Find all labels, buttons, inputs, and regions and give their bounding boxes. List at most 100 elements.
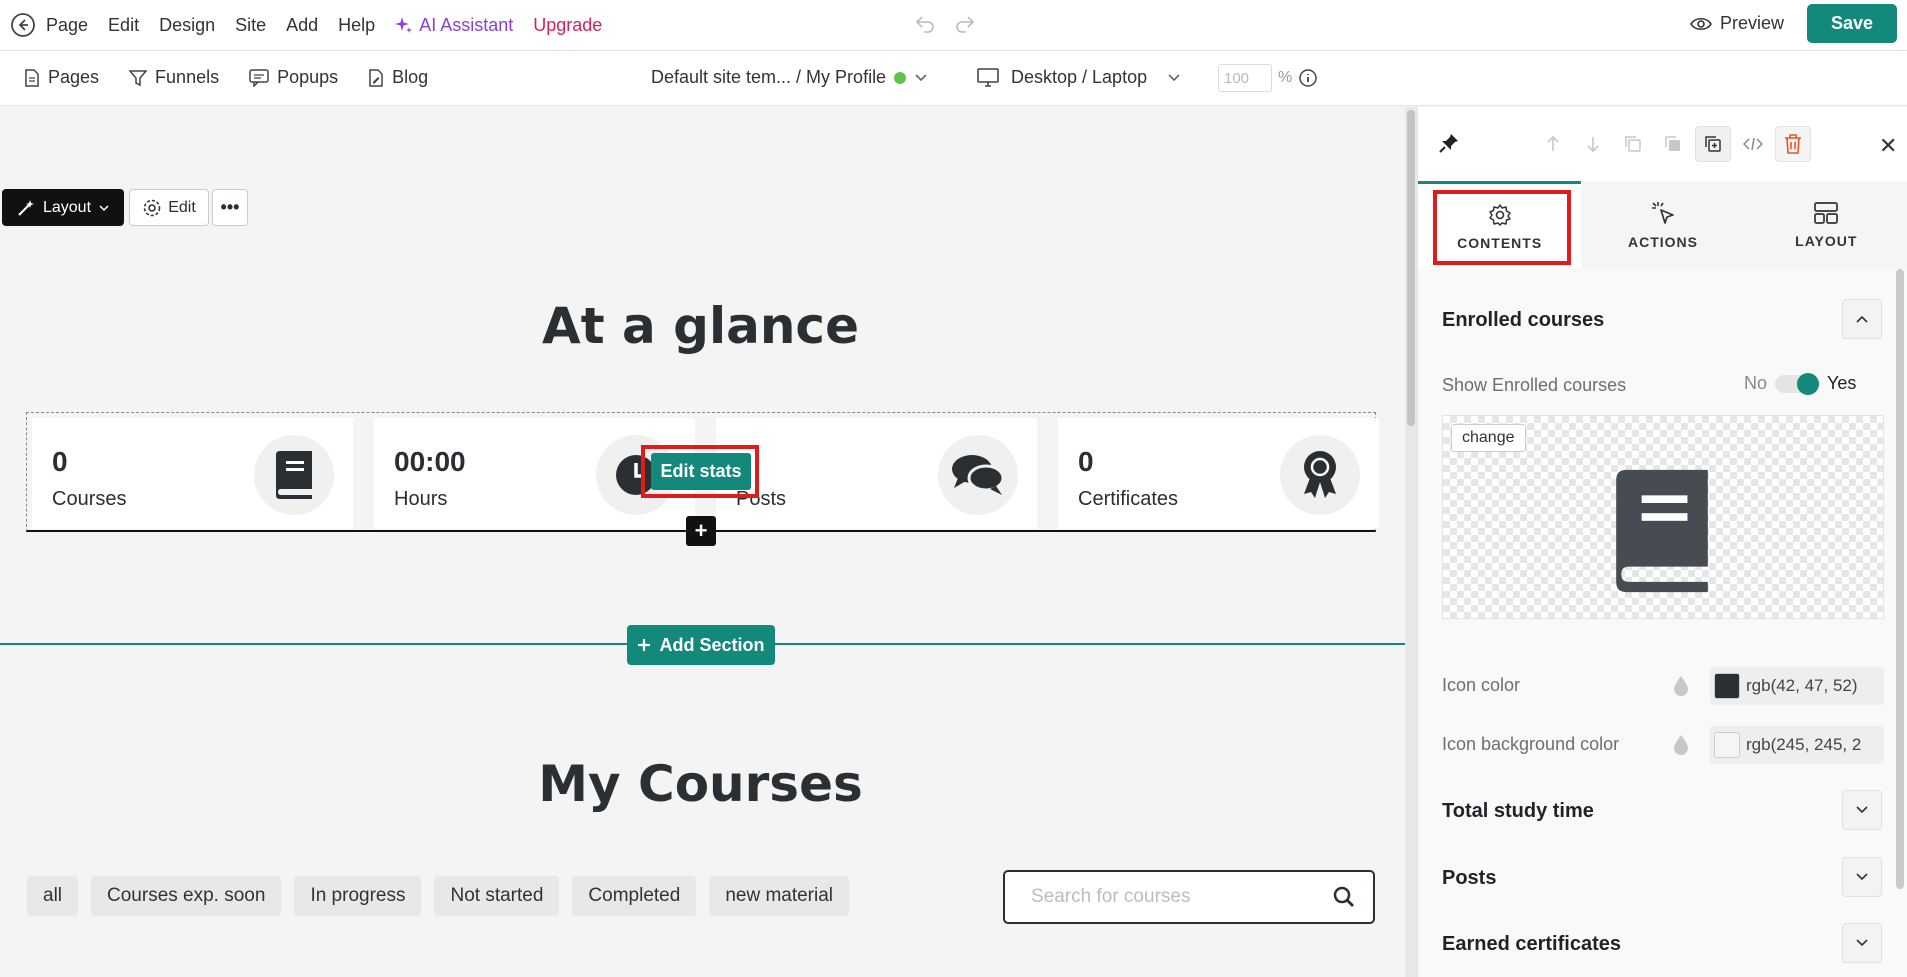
icon-color-field[interactable]: rgb(42, 47, 52)	[1710, 667, 1884, 705]
highlight-box	[1433, 190, 1571, 265]
chevron-down-icon	[1856, 806, 1868, 814]
save-button[interactable]: Save	[1807, 4, 1897, 43]
award-icon	[1280, 435, 1360, 515]
stat-card-posts: Posts	[716, 418, 1037, 529]
show-enrolled-toggle[interactable]: No Yes	[1744, 372, 1857, 395]
tab-actions-label: ACTIONS	[1627, 234, 1698, 250]
template-selector[interactable]: Default site tem... / My Profile	[651, 67, 928, 88]
edit-element-button[interactable]: Edit	[129, 189, 209, 226]
edit-stats-button[interactable]: Edit stats	[651, 453, 751, 490]
droplet-icon[interactable]	[1672, 734, 1690, 756]
nav-pages-label: Pages	[48, 67, 100, 87]
canvas-scrollbar[interactable]	[1407, 110, 1415, 426]
add-section-button[interactable]: Add Section	[627, 625, 775, 665]
earned-certificates-heading: Earned certificates	[1442, 933, 1621, 955]
gear-icon	[143, 199, 161, 216]
layout-icon	[1814, 202, 1839, 224]
chevron-down-icon	[1856, 873, 1868, 881]
filter-new-material[interactable]: new material	[709, 876, 850, 916]
zoom-input[interactable]: 100	[1218, 64, 1272, 92]
trash-icon[interactable]	[1775, 126, 1811, 162]
layout-button[interactable]: Layout	[2, 189, 124, 226]
nav-funnels[interactable]: Funnels	[129, 67, 219, 88]
stat-value: 0	[52, 446, 68, 477]
filter-all[interactable]: all	[27, 876, 79, 916]
chevron-down-icon	[915, 73, 927, 81]
stat-value: 0	[1078, 446, 1094, 477]
panel-scrollbar[interactable]	[1896, 269, 1904, 889]
chevron-up-icon	[1856, 315, 1868, 323]
icon-bg-color-row: Icon background color rgb(245, 245, 2	[1442, 726, 1884, 766]
back-icon[interactable]	[10, 12, 36, 38]
course-filters: all Courses exp. soon In progress Not st…	[27, 876, 850, 916]
info-icon[interactable]	[1298, 68, 1318, 88]
filter-in-progress[interactable]: In progress	[294, 876, 422, 916]
paste-icon[interactable]	[1655, 126, 1691, 162]
expand-certificates-button[interactable]	[1842, 923, 1882, 963]
menu-edit[interactable]: Edit	[108, 15, 139, 36]
device-selector[interactable]: Desktop / Laptop	[977, 67, 1181, 88]
nav-popups-label: Popups	[277, 67, 339, 87]
zoom-control: 100 %	[1218, 64, 1318, 92]
add-element-button[interactable]: +	[686, 516, 716, 546]
pin-icon[interactable]	[1439, 133, 1459, 153]
droplet-icon[interactable]	[1672, 675, 1690, 697]
preview-button[interactable]: Preview	[1690, 13, 1784, 34]
zoom-unit: %	[1278, 69, 1293, 86]
toggle-yes-label: Yes	[1827, 373, 1857, 393]
undo-icon[interactable]	[914, 12, 936, 34]
color-swatch[interactable]	[1714, 732, 1740, 758]
secondary-toolbar: Pages Funnels Popups Blog Default site t…	[0, 52, 1907, 106]
expand-study-time-button[interactable]	[1842, 790, 1882, 830]
device-label: Desktop / Laptop	[1011, 67, 1148, 87]
blog-icon	[369, 68, 383, 87]
close-icon[interactable]: ✕	[1879, 133, 1897, 159]
menu-add[interactable]: Add	[286, 15, 318, 36]
add-section-label: Add Section	[659, 634, 765, 655]
copy-icon[interactable]	[1615, 126, 1651, 162]
tab-actions[interactable]: ACTIONS	[1581, 181, 1744, 269]
filter-not-started[interactable]: Not started	[434, 876, 560, 916]
menu-page[interactable]: Page	[46, 15, 88, 36]
icon-bg-color-field[interactable]: rgb(245, 245, 2	[1710, 726, 1884, 764]
menu-design[interactable]: Design	[159, 15, 215, 36]
filter-expiring-soon[interactable]: Courses exp. soon	[91, 876, 282, 916]
nav-popups[interactable]: Popups	[249, 67, 338, 88]
move-down-icon[interactable]	[1575, 126, 1611, 162]
collapse-enrolled-button[interactable]	[1842, 299, 1882, 339]
cursor-click-icon	[1651, 202, 1674, 224]
upgrade-link[interactable]: Upgrade	[533, 15, 602, 36]
icon-color-label: Icon color	[1442, 675, 1521, 695]
enrolled-courses-heading: Enrolled courses	[1442, 309, 1605, 331]
filter-completed[interactable]: Completed	[572, 876, 697, 916]
menu-help[interactable]: Help	[338, 15, 375, 36]
expand-posts-button[interactable]	[1842, 857, 1882, 897]
total-study-time-heading: Total study time	[1442, 800, 1594, 822]
toggle-switch[interactable]	[1775, 372, 1820, 395]
icon-bg-color-value: rgb(245, 245, 2	[1746, 735, 1862, 754]
posts-heading: Posts	[1442, 867, 1497, 889]
course-search-input[interactable]: Search for courses	[1003, 870, 1375, 924]
nav-pages[interactable]: Pages	[24, 67, 99, 88]
nav-blog[interactable]: Blog	[368, 67, 428, 88]
menu-site[interactable]: Site	[235, 15, 266, 36]
code-icon[interactable]	[1735, 126, 1771, 162]
redo-icon[interactable]	[954, 12, 976, 34]
stat-card-certificates: 0 Certificates	[1058, 418, 1379, 529]
change-icon-button[interactable]: change	[1451, 424, 1526, 452]
duplicate-icon[interactable]	[1695, 126, 1731, 162]
popup-icon	[249, 68, 269, 87]
tab-layout[interactable]: LAYOUT	[1745, 181, 1907, 269]
stat-value: 00:00	[394, 446, 466, 477]
color-swatch[interactable]	[1714, 673, 1740, 699]
nav-blog-label: Blog	[392, 67, 429, 87]
glance-heading: At a glance	[542, 297, 859, 355]
more-options-button[interactable]: •••	[212, 189, 248, 226]
search-icon[interactable]	[1333, 886, 1355, 908]
stat-card-courses: 0 Courses	[32, 418, 353, 529]
monitor-icon	[977, 67, 999, 87]
ai-assistant-button[interactable]: AI Assistant	[395, 15, 513, 36]
move-up-icon[interactable]	[1535, 126, 1571, 162]
editor-canvas: Layout Edit ••• At a glance 0 Courses 00…	[0, 107, 1417, 977]
ai-assistant-label: AI Assistant	[419, 14, 514, 35]
